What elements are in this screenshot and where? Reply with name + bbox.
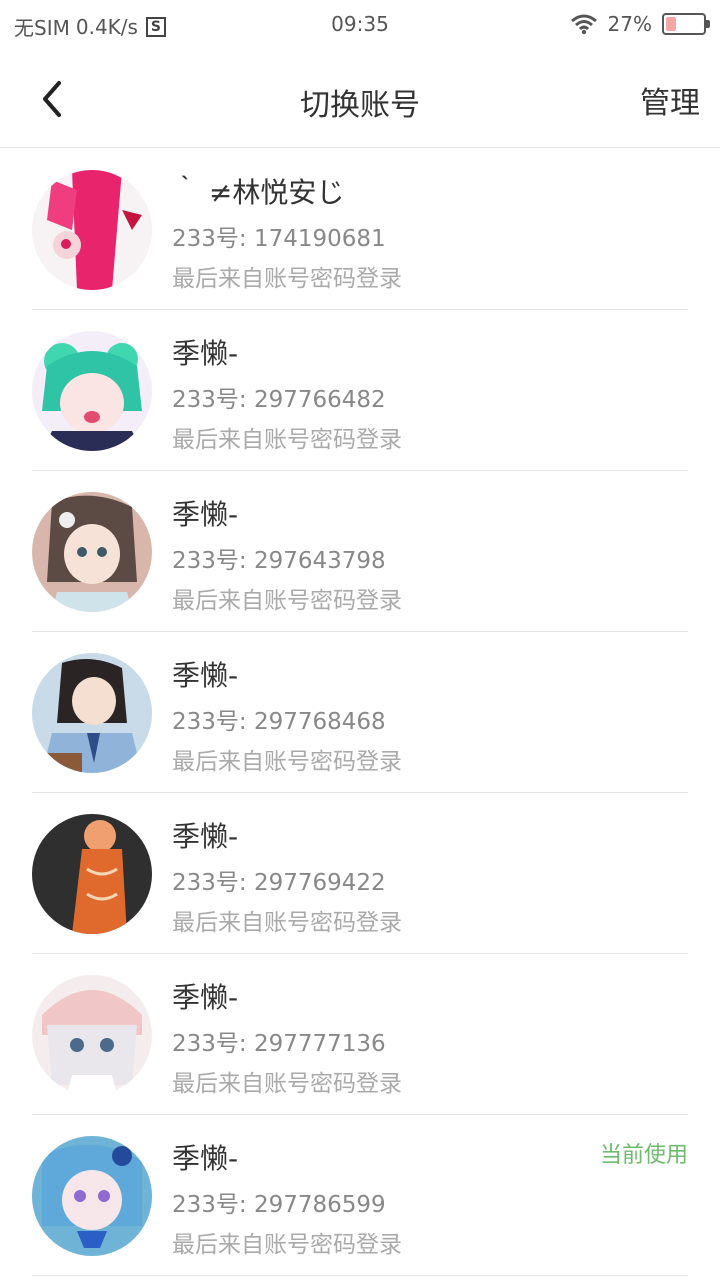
avatar <box>32 492 152 612</box>
account-name: 季懒- <box>172 981 239 1014</box>
account-item[interactable]: ｀ ≠林悦安じ 233号: 174190681 最后来自账号密码登录 <box>0 149 720 310</box>
status-bar: 无SIM 0.4K/s S 09:35 27% <box>0 0 720 50</box>
account-id: 233号: 174190681 <box>172 226 386 252</box>
account-item[interactable]: 季懒- 233号: 297768468 最后来自账号密码登录 <box>0 632 720 793</box>
account-name: 季懒- <box>172 337 239 370</box>
account-login-method: 最后来自账号密码登录 <box>172 910 402 936</box>
avatar <box>32 975 152 1095</box>
manage-button[interactable]: 管理 <box>640 78 700 122</box>
account-id: 233号: 297769422 <box>172 870 386 896</box>
account-list: ｀ ≠林悦安じ 233号: 174190681 最后来自账号密码登录 季懒- 2… <box>0 149 720 1276</box>
account-item[interactable]: 季懒- 233号: 297777136 最后来自账号密码登录 <box>0 954 720 1115</box>
account-id: 233号: 297766482 <box>172 387 386 413</box>
account-login-method: 最后来自账号密码登录 <box>172 1232 402 1258</box>
account-login-method: 最后来自账号密码登录 <box>172 1071 402 1097</box>
account-id: 233号: 297786599 <box>172 1192 386 1218</box>
battery-percent: 27% <box>607 12 652 36</box>
account-item[interactable]: 季懒- 233号: 297643798 最后来自账号密码登录 <box>0 471 720 632</box>
account-item[interactable]: 季懒- 233号: 297766482 最后来自账号密码登录 <box>0 310 720 471</box>
battery-icon <box>662 13 710 35</box>
account-name: 季懒- <box>172 1142 239 1175</box>
avatar <box>32 653 152 773</box>
account-login-method: 最后来自账号密码登录 <box>172 266 402 292</box>
account-item[interactable]: 季懒- 233号: 297786599 最后来自账号密码登录 当前使用 <box>0 1115 720 1276</box>
account-id: 233号: 297643798 <box>172 548 386 574</box>
account-login-method: 最后来自账号密码登录 <box>172 588 402 614</box>
account-name: 季懒- <box>172 659 239 692</box>
wifi-icon <box>570 13 598 35</box>
account-name: ｀ ≠林悦安じ <box>172 176 345 209</box>
account-login-method: 最后来自账号密码登录 <box>172 749 402 775</box>
account-item[interactable]: 季懒- 233号: 297769422 最后来自账号密码登录 <box>0 793 720 954</box>
avatar <box>32 331 152 451</box>
account-name: 季懒- <box>172 820 239 853</box>
page-title: 切换账号 <box>300 88 420 123</box>
status-right: 27% <box>570 12 710 36</box>
app-header: 切换账号 管理 <box>0 50 720 148</box>
account-id: 233号: 297777136 <box>172 1031 386 1057</box>
account-id: 233号: 297768468 <box>172 709 386 735</box>
avatar <box>32 1136 152 1256</box>
current-badge: 当前使用 <box>599 1143 688 1168</box>
divider <box>32 1275 688 1276</box>
account-name: 季懒- <box>172 498 239 531</box>
avatar <box>32 814 152 934</box>
battery-fill <box>666 17 676 31</box>
avatar <box>32 170 152 290</box>
account-login-method: 最后来自账号密码登录 <box>172 427 402 453</box>
